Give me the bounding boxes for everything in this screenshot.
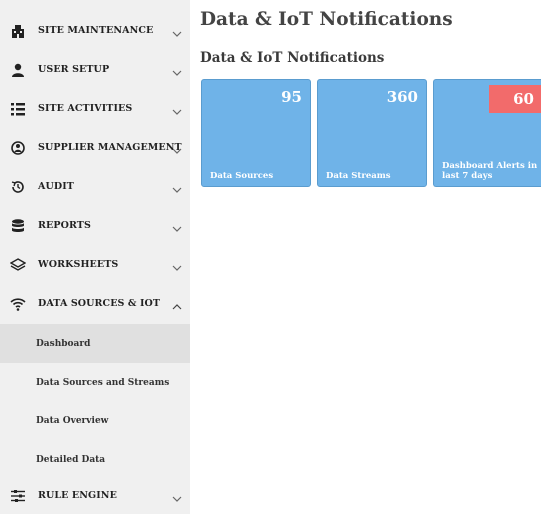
nav-label: RULE ENGINE xyxy=(38,490,117,501)
card-label: Data Sources xyxy=(210,171,274,181)
nav-label: USER SETUP xyxy=(38,64,110,75)
chevron-down-icon xyxy=(171,103,183,115)
nav-label: SUPPLIER MANAGEMENT xyxy=(38,142,182,153)
sub-item-label: Detailed Data xyxy=(36,454,106,465)
nav-label: WORKSHEETS xyxy=(38,259,119,270)
supplier-icon xyxy=(8,138,28,158)
sub-item-label: Data Sources and Streams xyxy=(36,377,170,388)
card-label: Dashboard Alerts in last 7 days xyxy=(442,161,538,181)
chevron-down-icon xyxy=(171,25,183,37)
nav-label: DATA SOURCES & IOT xyxy=(38,298,161,309)
layers-icon xyxy=(8,255,28,275)
sub-item-dashboard[interactable]: Dashboard xyxy=(0,324,190,363)
card-value: 360 xyxy=(386,88,418,106)
data-sources-card[interactable]: 95 Data Sources xyxy=(201,79,311,187)
card-value: 95 xyxy=(281,88,302,106)
nav-label: REPORTS xyxy=(38,220,91,231)
wifi-icon xyxy=(8,294,28,314)
sub-item-data-sources-and-streams[interactable]: Data Sources and Streams xyxy=(0,363,190,402)
page-title: Data & IoT Notifications xyxy=(200,9,453,30)
nav-rule-engine[interactable]: RULE ENGINE xyxy=(0,476,190,514)
nav-label: SITE ACTIVITIES xyxy=(38,103,133,114)
sub-item-label: Data Overview xyxy=(36,415,109,426)
chevron-down-icon xyxy=(171,220,183,232)
nav-worksheets[interactable]: WORKSHEETS xyxy=(0,245,190,284)
alert-count-badge: 60 xyxy=(489,85,541,113)
nav-label: SITE MAINTENANCE xyxy=(38,25,154,36)
data-streams-card[interactable]: 360 Data Streams xyxy=(317,79,427,187)
history-icon xyxy=(8,177,28,197)
database-icon xyxy=(8,216,28,236)
chevron-down-icon xyxy=(171,64,183,76)
nav-site-activities[interactable]: SITE ACTIVITIES xyxy=(0,89,190,128)
section-title: Data & IoT Notifications xyxy=(200,50,385,66)
chevron-down-icon xyxy=(171,259,183,271)
user-icon xyxy=(8,60,28,80)
dashboard-alerts-card[interactable]: 60 Dashboard Alerts in last 7 days xyxy=(433,79,541,187)
nav-user-setup[interactable]: USER SETUP xyxy=(0,50,190,89)
nav-data-sources-iot[interactable]: DATA SOURCES & IOT xyxy=(0,284,190,323)
chevron-down-icon xyxy=(171,490,183,502)
chevron-up-icon xyxy=(171,298,183,310)
list-icon xyxy=(8,99,28,119)
sub-item-detailed-data[interactable]: Detailed Data xyxy=(0,440,190,479)
nav-site-maintenance[interactable]: SITE MAINTENANCE xyxy=(0,11,190,50)
nav-reports[interactable]: REPORTS xyxy=(0,206,190,245)
sidebar: SITE MAINTENANCE USER SETUP SITE ACTIVIT… xyxy=(0,0,190,514)
building-icon xyxy=(8,21,28,41)
chevron-down-icon xyxy=(171,142,183,154)
sliders-icon xyxy=(8,486,28,506)
card-label: Data Streams xyxy=(326,171,391,181)
nav-audit[interactable]: AUDIT xyxy=(0,167,190,206)
sub-item-label: Dashboard xyxy=(36,338,91,349)
chevron-down-icon xyxy=(171,181,183,193)
nav-label: AUDIT xyxy=(38,181,74,192)
sub-item-data-overview[interactable]: Data Overview xyxy=(0,401,190,440)
nav-supplier-management[interactable]: SUPPLIER MANAGEMENT xyxy=(0,128,190,167)
